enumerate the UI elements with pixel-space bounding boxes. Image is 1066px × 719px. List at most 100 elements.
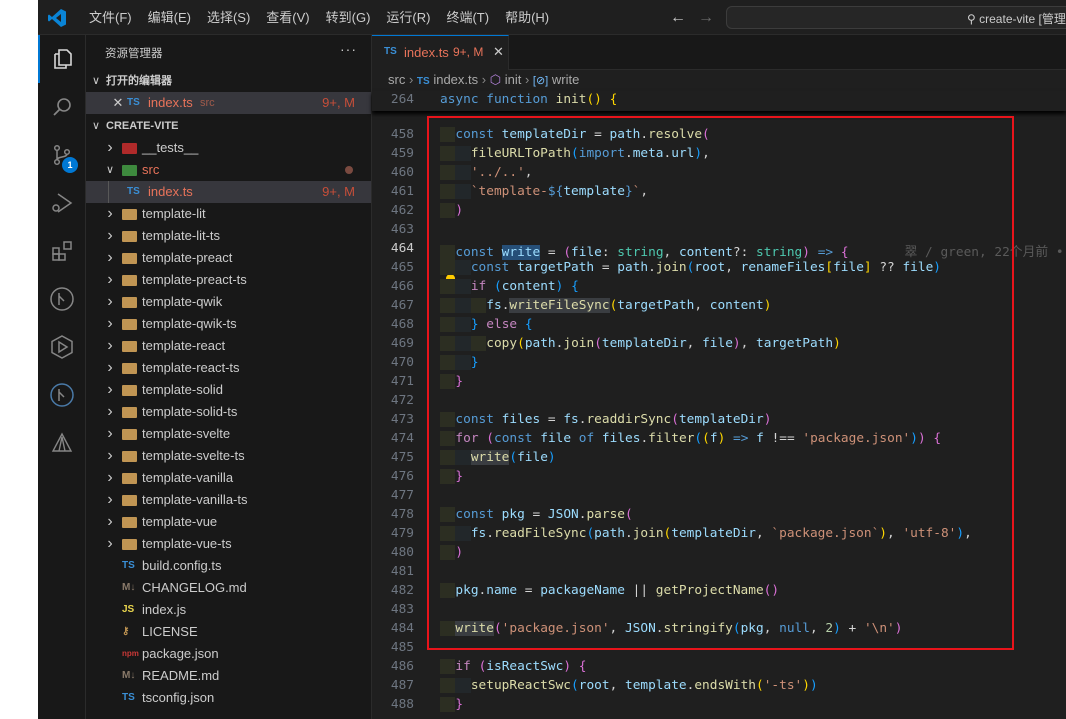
tree-item[interactable]: › template-svelte (86, 423, 371, 445)
open-editor-name: index.ts (148, 95, 193, 110)
command-center-search[interactable]: ⚲ create-vite [管理 (726, 6, 1066, 29)
tree-item[interactable]: › template-vue (86, 511, 371, 533)
breadcrumb-file[interactable]: index.ts (433, 72, 478, 87)
tree-item[interactable]: › template-qwik (86, 291, 371, 313)
folder-icon (122, 297, 137, 308)
code-token: function (486, 92, 548, 107)
code-token: root (578, 678, 610, 693)
search-icon[interactable] (38, 83, 86, 131)
back-arrow-icon[interactable]: ← (670, 9, 686, 26)
folder-icon (122, 473, 137, 484)
typescript-file-icon: TS (127, 97, 140, 108)
tree-item[interactable]: › template-vue-ts (86, 533, 371, 555)
typescript-file-icon: TS (384, 46, 397, 57)
tree-item[interactable]: › template-qwik-ts (86, 313, 371, 335)
tab-index-ts[interactable]: TS index.ts 9+, M ✕ (372, 35, 509, 70)
tree-item[interactable]: › template-vanilla (86, 467, 371, 489)
open-editor-item[interactable]: ✕ TS index.ts src 9+, M (86, 92, 371, 114)
ts-file-icon: TS (127, 186, 140, 197)
folder-icon (122, 517, 137, 528)
open-editor-dir: src (200, 97, 215, 109)
explorer-icon[interactable] (38, 35, 86, 83)
menu-item[interactable]: 终端(T) (438, 0, 497, 35)
title-bar: 文件(F) 编辑(E) 选择(S) 查看(V) 转到(G) 运行(R) 终端(T) 帮助(H)… (38, 0, 1066, 35)
tsconfig-file-icon: TS (122, 692, 135, 703)
tree-item-label: template-qwik-ts (142, 316, 237, 331)
line-number: 458 (390, 127, 414, 142)
breadcrumb-src[interactable]: src (388, 72, 405, 87)
tree-item[interactable]: › template-react-ts (86, 357, 371, 379)
close-icon[interactable]: ✕ (112, 92, 124, 114)
tree-item[interactable]: › template-react (86, 335, 371, 357)
line-number: 487 (390, 678, 414, 693)
chevron-right-icon: › (107, 227, 113, 244)
menu-item[interactable]: 文件(F) (81, 0, 140, 35)
tree-item-label: template-solid-ts (142, 404, 238, 419)
code-token: endsWith (694, 678, 756, 693)
tree-item[interactable]: › template-svelte-ts (86, 445, 371, 467)
tree-item-label: template-solid (142, 382, 223, 397)
source-control-icon[interactable]: 1 (38, 131, 86, 179)
tree-item[interactable]: › template-preact-ts (86, 269, 371, 291)
tree-item-label: template-vue-ts (142, 536, 232, 551)
tree-item[interactable]: › __tests__ (86, 137, 371, 159)
tree-item[interactable]: › template-lit-ts (86, 225, 371, 247)
tree-item-label: template-preact (142, 250, 233, 265)
open-editors-section-header[interactable]: ∨ 打开的编辑器 (86, 70, 371, 92)
tree-item-label: index.ts (148, 184, 193, 199)
open-editor-status: 9+, M (322, 95, 355, 110)
tree-item[interactable]: JS index.js (86, 599, 371, 621)
breadcrumb-function[interactable]: init (505, 72, 522, 87)
tree-item[interactable]: M↓ CHANGELOG.md (86, 577, 371, 599)
tree-item[interactable]: M↓ README.md (86, 665, 371, 687)
code-token: '-ts' (763, 678, 803, 693)
tree-item-label: template-react-ts (142, 360, 240, 375)
line-number: 479 (390, 526, 414, 541)
tree-item[interactable]: TS tsconfig.json (86, 687, 371, 709)
tree-item-label: template-vanilla (142, 470, 234, 485)
tree-item-label: template-lit-ts (142, 228, 221, 243)
chevron-right-icon: › (107, 139, 113, 156)
tree-item[interactable]: › template-preact (86, 247, 371, 269)
tree-item[interactable]: › template-lit (86, 203, 371, 225)
vscode-logo-icon (47, 8, 67, 28)
tree-item[interactable]: npm package.json (86, 643, 371, 665)
code-token: ) (809, 678, 818, 693)
code-token: () (586, 92, 602, 107)
tree-item[interactable]: TS index.ts 9+, M (86, 181, 371, 203)
tree-item-label: package.json (142, 646, 219, 661)
run-debug-icon[interactable] (38, 179, 86, 227)
menu-item[interactable]: 帮助(H) (497, 0, 557, 35)
line-number: 473 (390, 412, 414, 427)
code-token: } (455, 697, 464, 712)
line-number: 482 (390, 583, 414, 598)
triangle-extension-icon[interactable] (38, 419, 86, 467)
menu-item[interactable]: 查看(V) (258, 0, 317, 35)
menu-item[interactable]: 运行(R) (378, 0, 438, 35)
tree-item[interactable]: TS build.config.ts (86, 555, 371, 577)
folder-icon (122, 407, 137, 418)
breadcrumb-symbol[interactable]: write (552, 72, 579, 87)
code-token: { (578, 659, 587, 674)
md-file-icon: M↓ (122, 670, 136, 681)
project-section-header[interactable]: ∨ CREATE-VITE (86, 115, 371, 137)
git-graph-icon[interactable] (38, 275, 86, 323)
code-token: setupReactSwc (470, 678, 572, 693)
menu-item[interactable]: 转到(G) (318, 0, 379, 35)
gitlens-icon[interactable] (38, 371, 86, 419)
tree-item[interactable]: › template-vanilla-ts (86, 489, 371, 511)
tree-item[interactable]: › template-solid-ts (86, 401, 371, 423)
close-tab-icon[interactable]: ✕ (493, 44, 504, 60)
indent-guide (108, 181, 109, 203)
sticky-scroll-line[interactable]: 264 async function init() { (372, 91, 1066, 111)
extensions-icon[interactable] (38, 227, 86, 275)
forward-arrow-icon[interactable]: → (698, 9, 714, 26)
more-actions-icon[interactable]: ··· (340, 41, 357, 57)
tree-item[interactable]: ∨ src (86, 159, 371, 181)
menu-item[interactable]: 选择(S) (199, 0, 258, 35)
tree-item[interactable]: ⚷ LICENSE (86, 621, 371, 643)
tree-item[interactable]: › template-solid (86, 379, 371, 401)
menu-item[interactable]: 编辑(E) (140, 0, 199, 35)
remote-explorer-icon[interactable] (38, 323, 86, 371)
